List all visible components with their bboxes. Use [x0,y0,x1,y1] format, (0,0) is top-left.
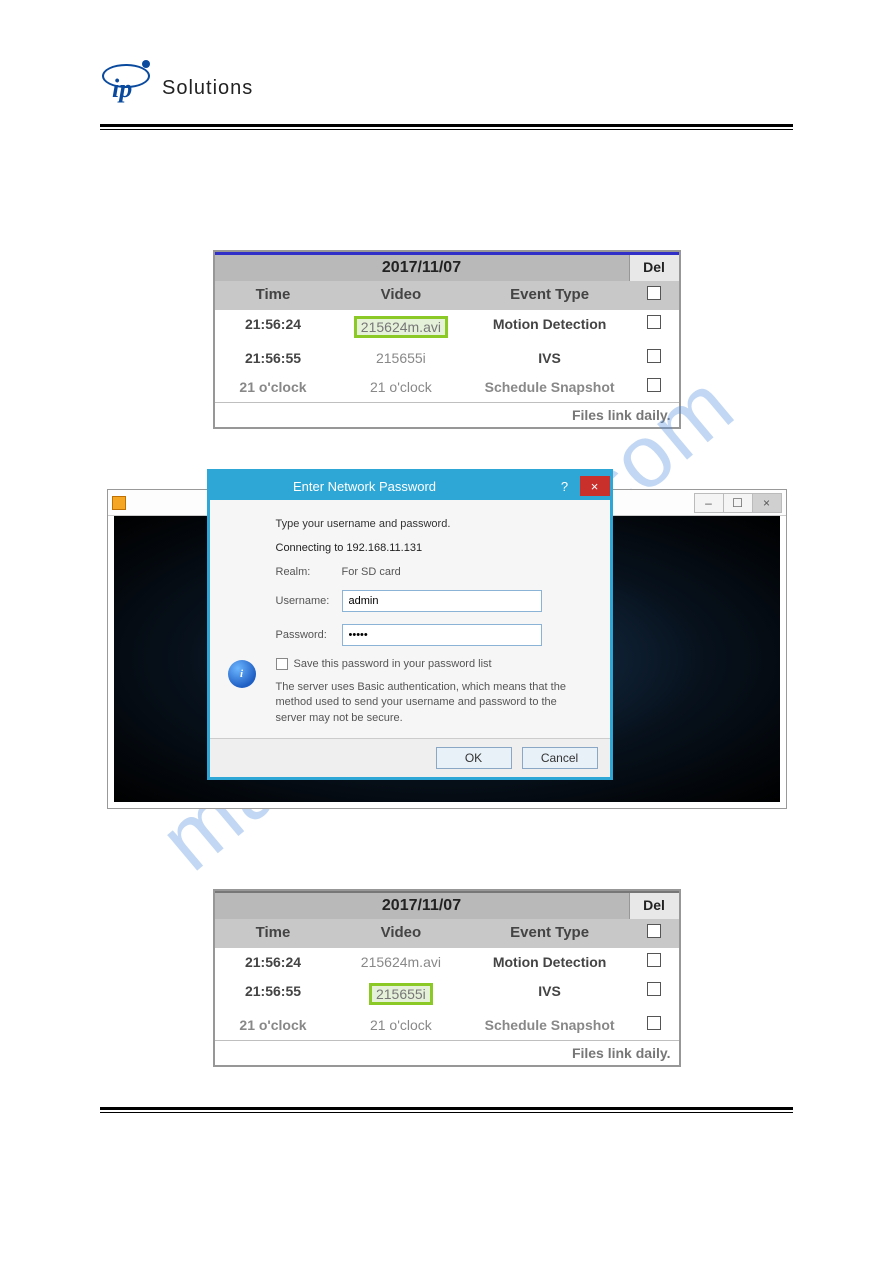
table-footer: Files link daily. [215,1040,679,1065]
table-row: 21:56:55 215655i IVS [215,977,679,1011]
brand-logo: ip Solutions [100,60,793,116]
cell-event: IVS [470,977,629,1011]
connecting-text: Connecting to 192.168.11.131 [276,542,590,554]
col-video: Video [331,281,470,310]
row-checkbox[interactable] [647,349,661,363]
cell-video[interactable]: 215624m.avi [331,310,470,344]
cancel-button[interactable]: Cancel [522,747,598,769]
footer-divider [100,1107,793,1113]
password-field[interactable] [342,624,542,646]
table-date: 2017/11/07 [215,255,629,281]
table-row: 21:56:24 215624m.avi Motion Detection [215,310,679,344]
col-time: Time [215,281,332,310]
close-button[interactable]: × [580,476,610,496]
cell-time: 21 o'clock [215,373,332,402]
table-date: 2017/11/07 [215,893,629,919]
row-checkbox[interactable] [647,1016,661,1030]
row-checkbox[interactable] [647,378,661,392]
maximize-button[interactable]: ☐ [723,493,753,513]
realm-label: Realm: [276,566,342,578]
event-table-2: 2017/11/07 Del Time Video Event Type 21:… [213,889,681,1067]
dialog-title: Enter Network Password [180,479,550,494]
table-row: 21:56:24215624m.aviMotion Detection [215,948,679,977]
save-password-label: Save this password in your password list [294,658,492,670]
row-checkbox[interactable] [647,953,661,967]
delete-button[interactable]: Del [629,255,679,281]
cell-event: IVS [470,344,629,373]
cell-event: Schedule Snapshot [470,373,629,402]
delete-button[interactable]: Del [629,893,679,919]
cell-time: 21:56:55 [215,344,332,373]
cell-video[interactable]: 215655i [331,977,470,1011]
close-button[interactable]: × [752,493,782,513]
realm-value: For SD card [342,566,401,578]
username-label: Username: [276,595,342,607]
username-field[interactable] [342,590,542,612]
password-label: Password: [276,629,342,641]
logo-mark: ip [100,60,156,116]
player-icon [112,496,126,510]
table-row: 21 o'clock21 o'clockSchedule Snapshot [215,373,679,402]
cell-time: 21:56:24 [215,948,332,977]
table-row: 21 o'clock21 o'clockSchedule Snapshot [215,1011,679,1040]
ok-button[interactable]: OK [436,747,512,769]
cell-video[interactable]: 215624m.avi [331,948,470,977]
logo-text: Solutions [162,77,253,100]
col-video: Video [331,919,470,948]
table-row: 21:56:55215655iIVS [215,344,679,373]
cell-event: Motion Detection [470,310,629,344]
select-all-checkbox[interactable] [647,286,661,300]
video-link[interactable]: 215655i [369,983,433,1005]
cell-video[interactable]: 215655i [331,344,470,373]
video-link[interactable]: 215624m.avi [354,316,448,338]
prompt-text: Type your username and password. [276,518,590,530]
table-footer: Files link daily. [215,402,679,427]
col-event: Event Type [470,281,629,310]
minimize-button[interactable]: – [694,493,724,513]
col-event: Event Type [470,919,629,948]
cell-video[interactable]: 21 o'clock [331,373,470,402]
info-icon: i [228,660,256,688]
help-button[interactable]: ? [550,476,580,496]
logo-ip-text: ip [112,74,132,104]
cell-time: 21 o'clock [215,1011,332,1040]
cell-event: Schedule Snapshot [470,1011,629,1040]
header-divider [100,124,793,130]
select-all-checkbox[interactable] [647,924,661,938]
save-password-checkbox[interactable] [276,658,288,670]
col-time: Time [215,919,332,948]
auth-dialog: Enter Network Password ? × i Type your u… [207,469,613,780]
cell-video[interactable]: 21 o'clock [331,1011,470,1040]
cell-time: 21:56:55 [215,977,332,1011]
row-checkbox[interactable] [647,315,661,329]
row-checkbox[interactable] [647,982,661,996]
cell-event: Motion Detection [470,948,629,977]
cell-time: 21:56:24 [215,310,332,344]
event-table-1: 2017/11/07 Del Time Video Event Type 21:… [213,250,681,429]
security-note: The server uses Basic authentication, wh… [276,680,590,726]
